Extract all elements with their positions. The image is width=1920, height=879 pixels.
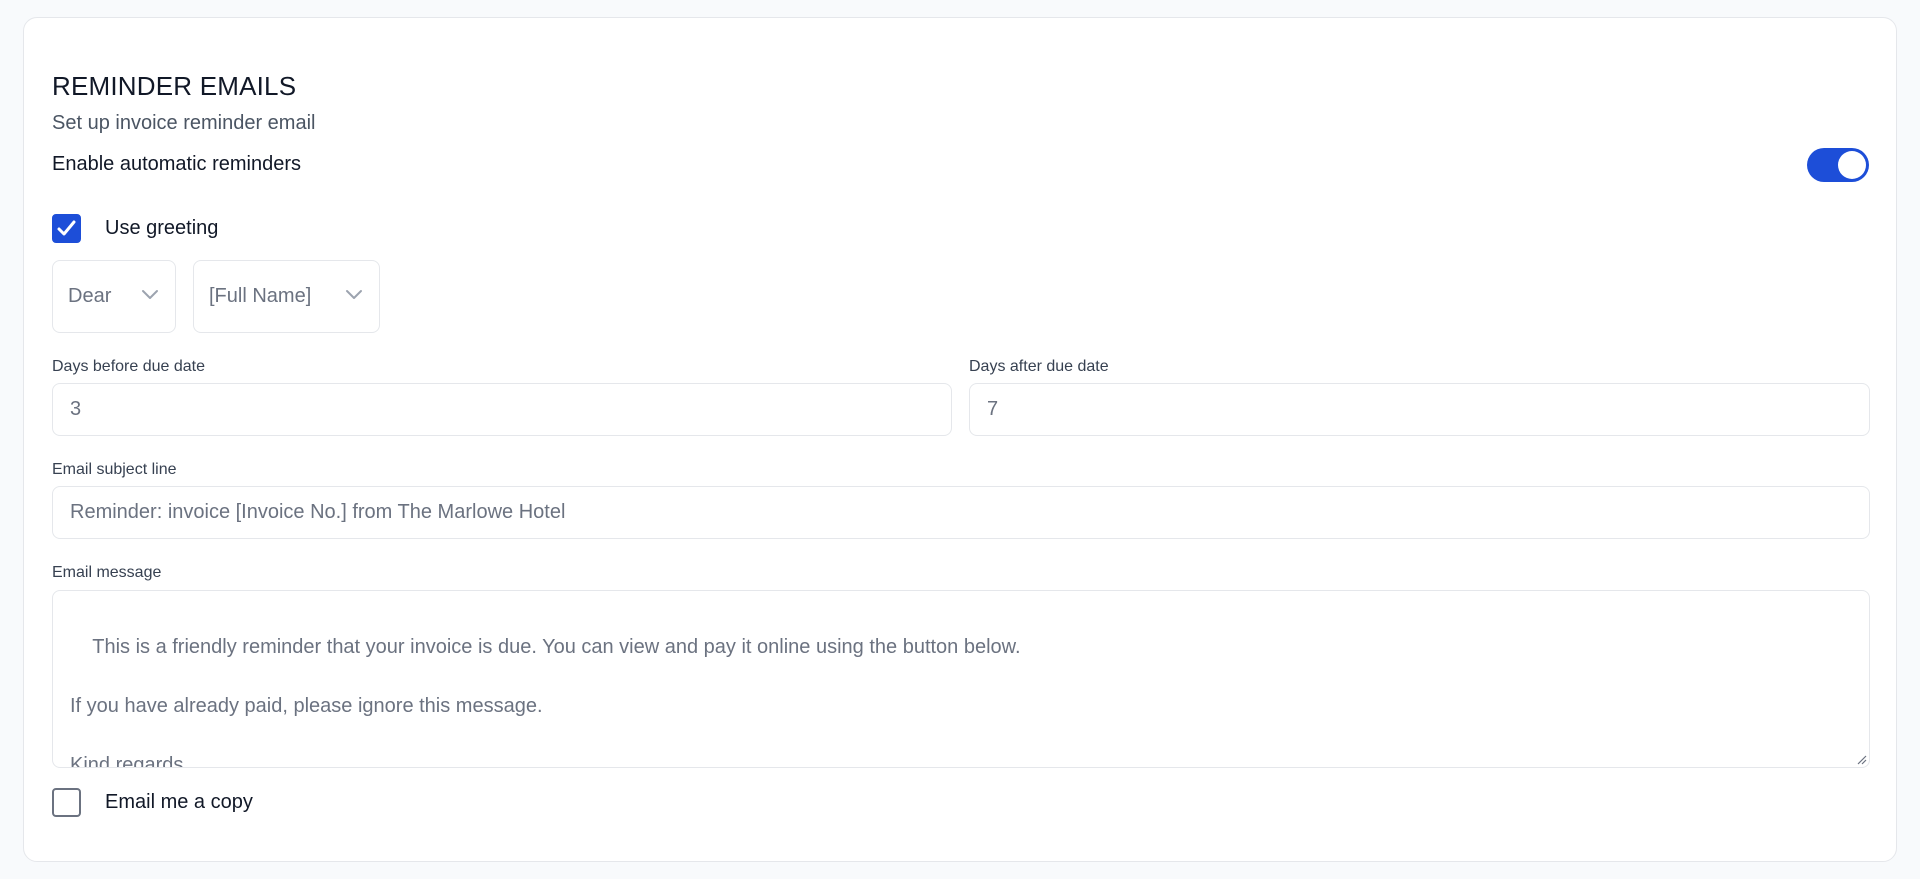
salutation-select[interactable]: Dear	[52, 260, 176, 333]
subject-label: Email subject line	[52, 461, 177, 478]
auto-reminders-label: Enable automatic reminders	[52, 153, 302, 175]
salutation-value: Dear	[68, 285, 112, 307]
check-icon	[57, 220, 76, 236]
section-subtitle: Set up invoice reminder email	[52, 112, 316, 134]
message-textarea[interactable]: This is a friendly reminder that your in…	[52, 590, 1870, 768]
message-text: This is a friendly reminder that your in…	[70, 635, 1021, 768]
use-greeting-label: Use greeting	[105, 217, 219, 239]
chevron-down-icon	[142, 290, 158, 299]
subject-input[interactable]: Reminder: invoice [Invoice No.] from The…	[52, 486, 1870, 539]
name-format-value: [Full Name]	[209, 285, 312, 307]
email-copy-checkbox[interactable]	[52, 788, 81, 817]
days-after-input[interactable]: 7	[969, 383, 1870, 436]
message-label: Email message	[52, 564, 162, 581]
use-greeting-checkbox[interactable]	[52, 214, 81, 243]
toggle-knob	[1838, 151, 1866, 179]
resize-grip-icon[interactable]	[1855, 753, 1867, 765]
days-before-label: Days before due date	[52, 358, 205, 375]
days-before-input[interactable]: 3	[52, 383, 952, 436]
days-after-label: Days after due date	[969, 358, 1109, 375]
auto-reminders-toggle[interactable]	[1807, 148, 1869, 182]
name-format-select[interactable]: [Full Name]	[193, 260, 380, 333]
email-copy-label: Email me a copy	[105, 791, 253, 813]
reminder-emails-card: REMINDER EMAILS Set up invoice reminder …	[23, 17, 1897, 862]
section-title: REMINDER EMAILS	[52, 71, 297, 101]
chevron-down-icon	[346, 290, 362, 299]
